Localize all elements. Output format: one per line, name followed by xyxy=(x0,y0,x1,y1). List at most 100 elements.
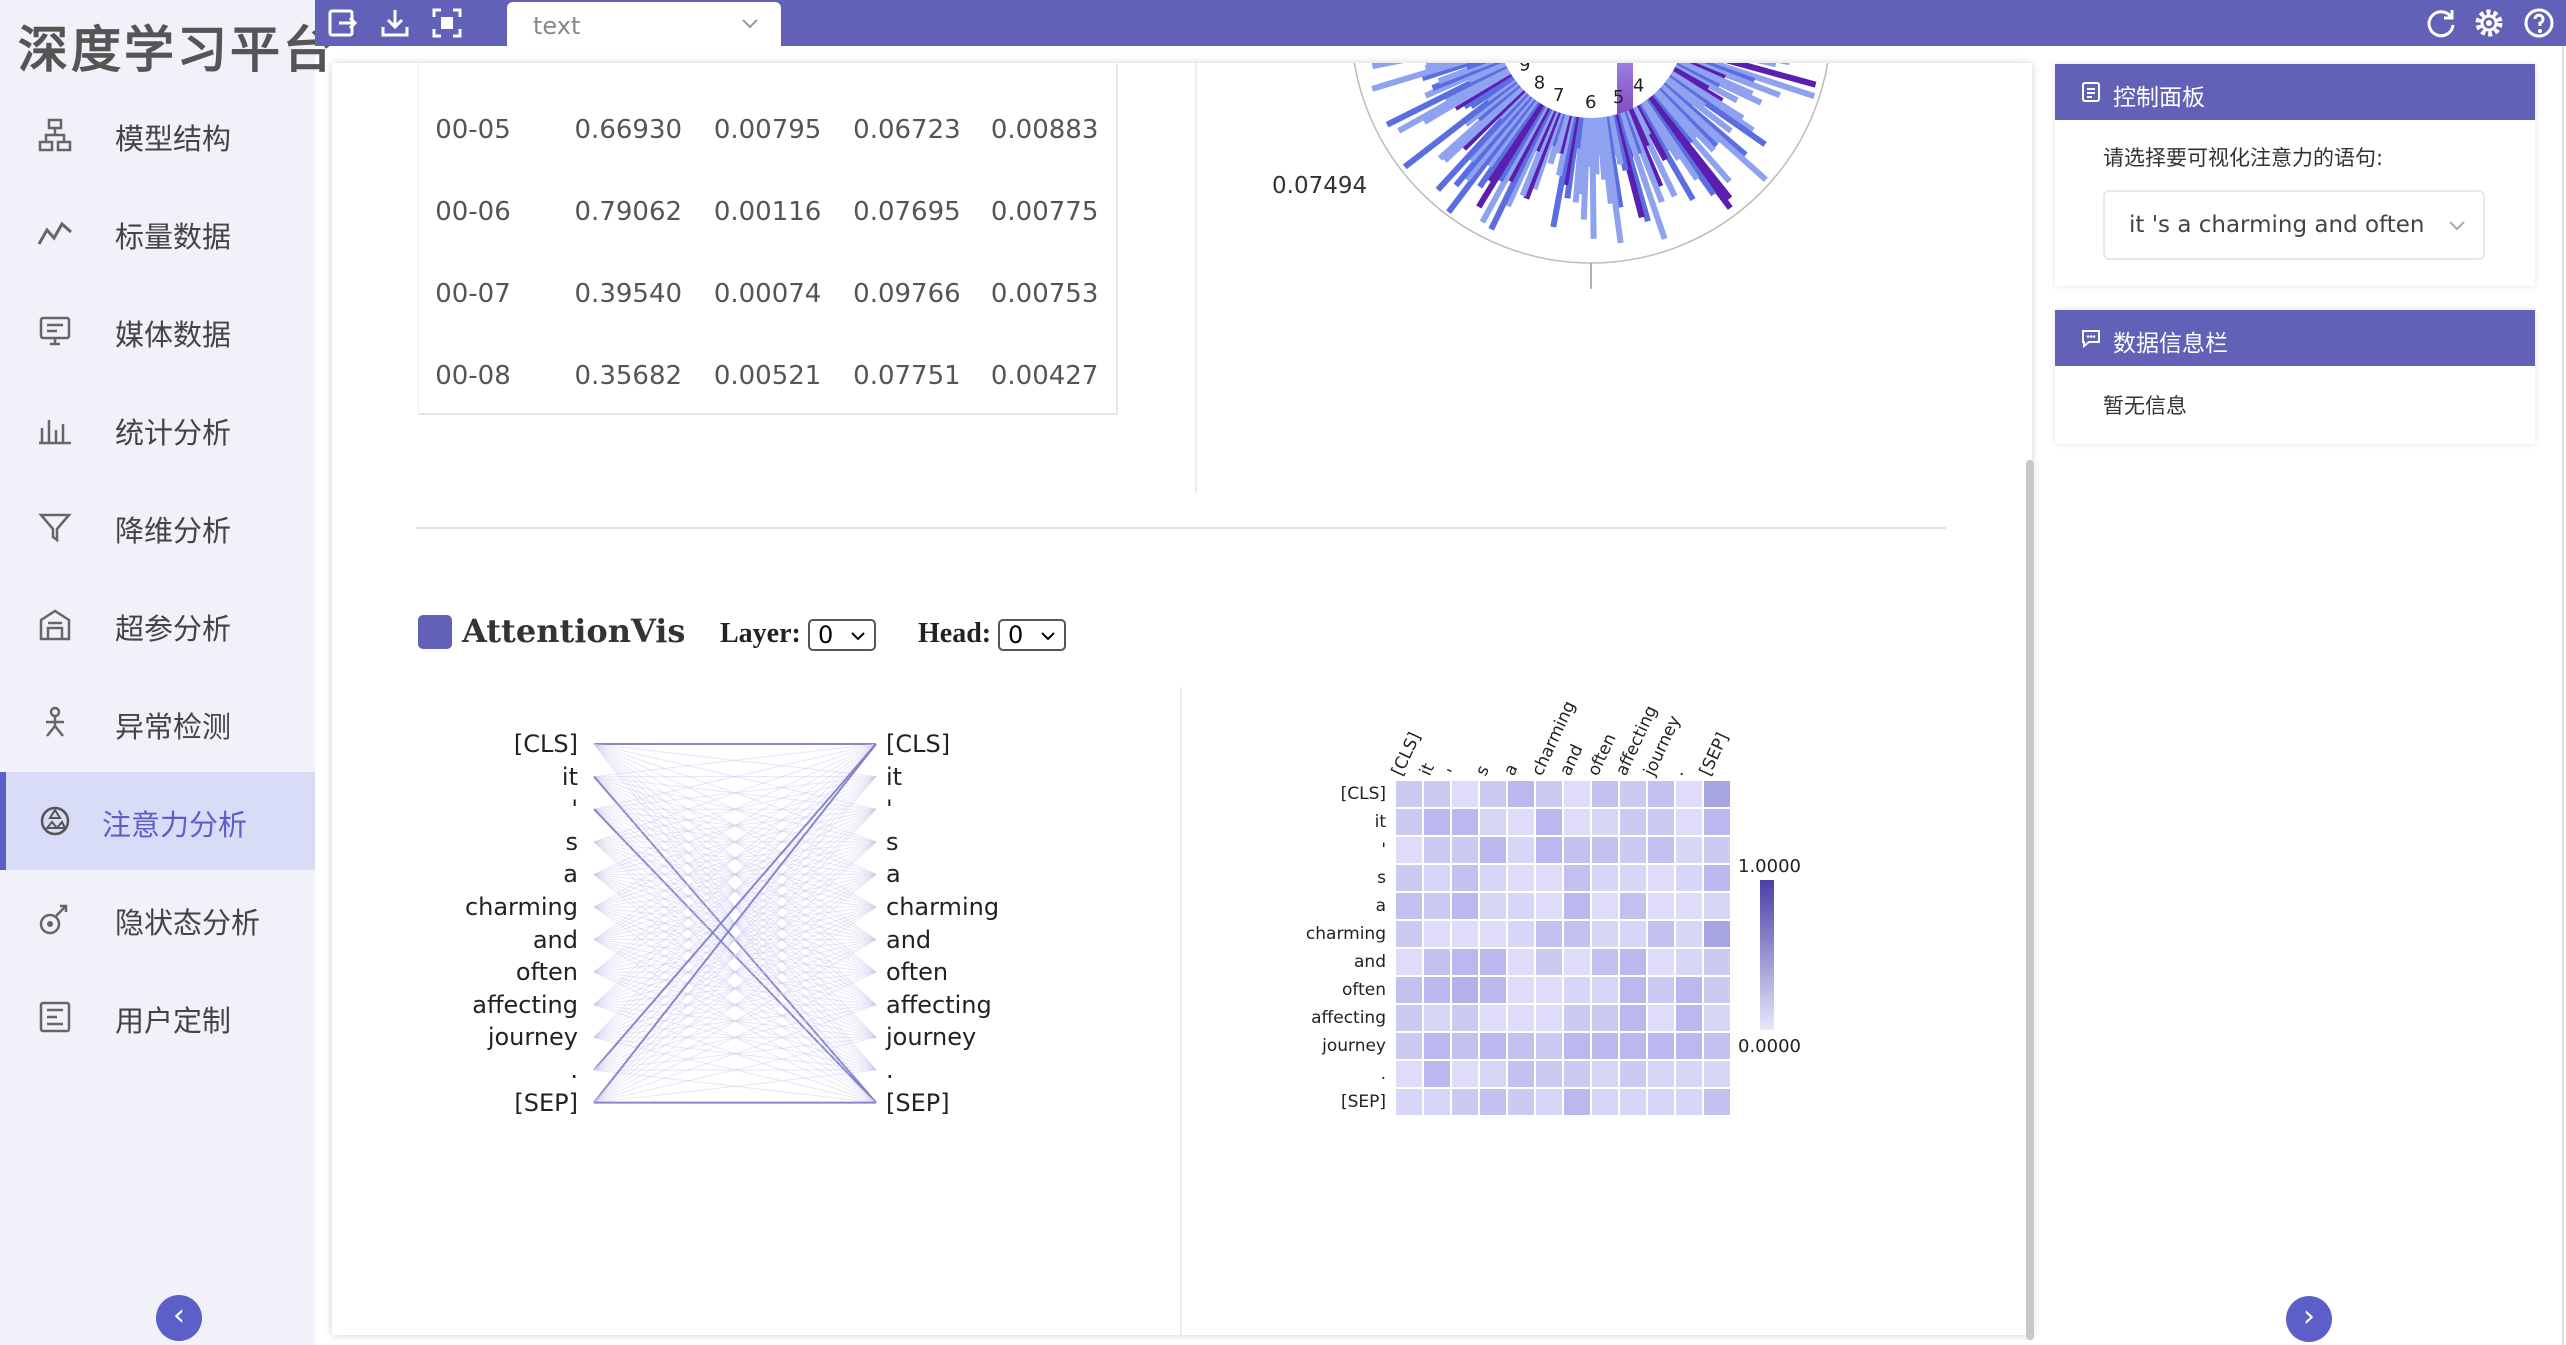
heatmap-cell[interactable] xyxy=(1424,1061,1450,1087)
heatmap-cell[interactable] xyxy=(1592,921,1618,947)
heatmap-cell[interactable] xyxy=(1564,865,1590,891)
heatmap-cell[interactable] xyxy=(1536,1005,1562,1031)
heatmap-cell[interactable] xyxy=(1564,977,1590,1003)
heatmap-cell[interactable] xyxy=(1536,837,1562,863)
heatmap-cell[interactable] xyxy=(1424,893,1450,919)
main-scrollbar[interactable] xyxy=(2026,460,2034,1340)
heatmap-cell[interactable] xyxy=(1704,1061,1730,1087)
heatmap-cell[interactable] xyxy=(1536,1033,1562,1059)
source-token[interactable]: [CLS] xyxy=(398,730,578,758)
heatmap-cell[interactable] xyxy=(1620,809,1646,835)
heatmap-cell[interactable] xyxy=(1536,809,1562,835)
heatmap-cell[interactable] xyxy=(1508,781,1534,807)
heatmap-cell[interactable] xyxy=(1452,865,1478,891)
heatmap-cell[interactable] xyxy=(1676,1089,1702,1115)
heatmap-cell[interactable] xyxy=(1676,837,1702,863)
heatmap-cell[interactable] xyxy=(1564,1061,1590,1087)
heatmap-cell[interactable] xyxy=(1452,893,1478,919)
source-token[interactable]: affecting xyxy=(398,991,578,1019)
heatmap-cell[interactable] xyxy=(1480,1089,1506,1115)
heatmap-cell[interactable] xyxy=(1452,949,1478,975)
heatmap-cell[interactable] xyxy=(1648,893,1674,919)
heatmap-cell[interactable] xyxy=(1396,977,1422,1003)
heatmap-cell[interactable] xyxy=(1648,1033,1674,1059)
heatmap-cell[interactable] xyxy=(1396,865,1422,891)
sidebar-item-4[interactable]: 降维分析 xyxy=(0,478,315,576)
heatmap-cell[interactable] xyxy=(1620,1089,1646,1115)
heatmap-cell[interactable] xyxy=(1676,865,1702,891)
heatmap-cell[interactable] xyxy=(1424,977,1450,1003)
heatmap-cell[interactable] xyxy=(1704,781,1730,807)
sidebar-item-1[interactable]: 标量数据 xyxy=(0,184,315,282)
heatmap-cell[interactable] xyxy=(1536,781,1562,807)
heatmap-cell[interactable] xyxy=(1648,781,1674,807)
source-token[interactable]: ' xyxy=(398,795,578,823)
heatmap-cell[interactable] xyxy=(1648,809,1674,835)
heatmap-cell[interactable] xyxy=(1508,1005,1534,1031)
source-token[interactable]: journey xyxy=(398,1023,578,1051)
heatmap-cell[interactable] xyxy=(1564,921,1590,947)
settings-icon[interactable] xyxy=(2471,5,2507,41)
heatmap-cell[interactable] xyxy=(1424,865,1450,891)
heatmap-cell[interactable] xyxy=(1704,977,1730,1003)
tab-selector-text[interactable]: text xyxy=(507,2,781,46)
heatmap-cell[interactable] xyxy=(1508,1089,1534,1115)
heatmap-cell[interactable] xyxy=(1508,1033,1534,1059)
heatmap-cell[interactable] xyxy=(1564,781,1590,807)
heatmap-cell[interactable] xyxy=(1452,1033,1478,1059)
heatmap-cell[interactable] xyxy=(1704,1005,1730,1031)
heatmap-cell[interactable] xyxy=(1620,1061,1646,1087)
fullscreen-icon[interactable] xyxy=(429,5,465,41)
heatmap-cell[interactable] xyxy=(1424,949,1450,975)
heatmap-cell[interactable] xyxy=(1564,837,1590,863)
heatmap-cell[interactable] xyxy=(1480,865,1506,891)
heatmap-cell[interactable] xyxy=(1452,1089,1478,1115)
heatmap-cell[interactable] xyxy=(1648,865,1674,891)
heatmap-cell[interactable] xyxy=(1452,809,1478,835)
heatmap-cell[interactable] xyxy=(1704,893,1730,919)
target-token[interactable]: a xyxy=(886,860,1066,888)
heatmap-cell[interactable] xyxy=(1536,977,1562,1003)
heatmap-cell[interactable] xyxy=(1480,921,1506,947)
target-token[interactable]: s xyxy=(886,828,1066,856)
heatmap-cell[interactable] xyxy=(1424,781,1450,807)
heatmap-cell[interactable] xyxy=(1704,809,1730,835)
help-icon[interactable] xyxy=(2521,5,2557,41)
heatmap-cell[interactable] xyxy=(1508,837,1534,863)
heatmap-cell[interactable] xyxy=(1592,1061,1618,1087)
heatmap-cell[interactable] xyxy=(1592,949,1618,975)
sidebar-item-6[interactable]: 异常检测 xyxy=(0,674,315,772)
heatmap-cell[interactable] xyxy=(1676,809,1702,835)
heatmap-cell[interactable] xyxy=(1508,893,1534,919)
download-icon[interactable] xyxy=(377,5,413,41)
target-token[interactable]: charming xyxy=(886,893,1066,921)
heatmap-cell[interactable] xyxy=(1592,809,1618,835)
heatmap-cell[interactable] xyxy=(1508,809,1534,835)
heatmap-cell[interactable] xyxy=(1508,921,1534,947)
heatmap-cell[interactable] xyxy=(1648,977,1674,1003)
sidebar-item-5[interactable]: 超参分析 xyxy=(0,576,315,674)
heatmap-cell[interactable] xyxy=(1396,1033,1422,1059)
heatmap-cell[interactable] xyxy=(1536,921,1562,947)
heatmap-cell[interactable] xyxy=(1536,865,1562,891)
source-token[interactable]: it xyxy=(398,763,578,791)
heatmap-cell[interactable] xyxy=(1396,1089,1422,1115)
target-token[interactable]: and xyxy=(886,926,1066,954)
heatmap-cell[interactable] xyxy=(1480,781,1506,807)
source-token[interactable]: [SEP] xyxy=(398,1089,578,1117)
heatmap-cell[interactable] xyxy=(1648,1005,1674,1031)
heatmap-cell[interactable] xyxy=(1564,1089,1590,1115)
target-token[interactable]: it xyxy=(886,763,1066,791)
heatmap-cell[interactable] xyxy=(1536,893,1562,919)
heatmap-cell[interactable] xyxy=(1592,1089,1618,1115)
source-token[interactable]: often xyxy=(398,958,578,986)
heatmap-cell[interactable] xyxy=(1620,921,1646,947)
source-token[interactable]: a xyxy=(398,860,578,888)
heatmap-cell[interactable] xyxy=(1424,837,1450,863)
heatmap-cell[interactable] xyxy=(1620,949,1646,975)
heatmap-cell[interactable] xyxy=(1480,809,1506,835)
heatmap-cell[interactable] xyxy=(1592,893,1618,919)
sentence-select[interactable]: it 's a charming and often af xyxy=(2103,190,2485,260)
heatmap-cell[interactable] xyxy=(1424,1005,1450,1031)
heatmap-cell[interactable] xyxy=(1648,1089,1674,1115)
